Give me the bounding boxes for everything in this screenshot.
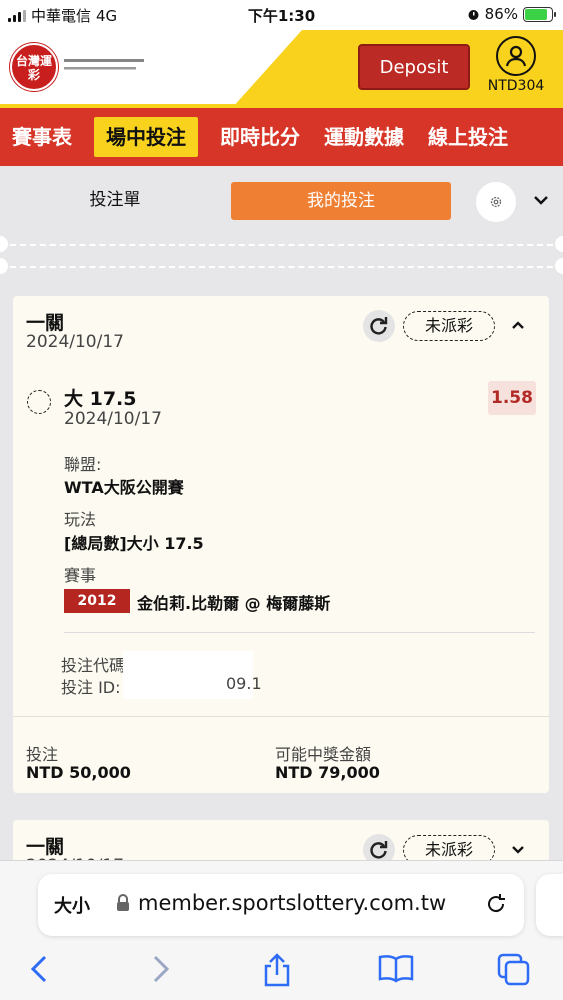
chevron-down-icon[interactable] — [530, 189, 552, 211]
odds-badge: 1.58 — [488, 381, 536, 415]
payout-value: NTD 79,000 — [275, 763, 380, 782]
nav-item[interactable]: 場中投注 — [94, 117, 198, 157]
ticket-notch — [555, 258, 563, 274]
tab-my-bets[interactable]: 我的投注 — [231, 182, 451, 220]
alarm-icon — [468, 9, 479, 20]
bet-type-title: 一關 — [26, 312, 65, 334]
reload-icon[interactable] — [484, 892, 508, 916]
nav-item[interactable]: 運動數據 — [312, 117, 416, 157]
battery-percent: 86% — [484, 5, 518, 23]
event-label: 賽事 — [64, 566, 97, 585]
ticket-notch — [0, 258, 8, 274]
nav-item[interactable]: 線上投注 — [416, 117, 520, 157]
ticket-notch — [555, 236, 563, 252]
stake-value: NTD 50,000 — [26, 763, 131, 782]
event-code: 2012 — [64, 589, 130, 613]
refresh-icon — [370, 317, 388, 335]
league-label: 聯盟: — [64, 455, 102, 474]
account-balance: NTD304 — [487, 78, 545, 94]
forward-icon[interactable] — [148, 953, 172, 985]
url-text: member.sportslottery.com.tw — [138, 891, 447, 915]
address-bar[interactable]: 大小 member.sportslottery.com.tw — [38, 874, 524, 936]
status-badge: 未派彩 — [403, 311, 495, 341]
back-icon[interactable] — [28, 953, 52, 985]
bet-id-tail: 09.1 — [226, 674, 262, 693]
chevron-up-icon[interactable] — [509, 316, 527, 334]
selection-name: 大 17.5 — [64, 388, 137, 410]
selection-date: 2024/10/17 — [64, 409, 162, 429]
site-header: 台灣運彩 Deposit NTD304 — [0, 30, 563, 108]
card-divider — [64, 632, 535, 633]
chevron-down-icon[interactable] — [509, 840, 527, 858]
battery-icon — [523, 6, 556, 22]
stake-label: 投注 — [26, 745, 59, 764]
user-icon — [496, 36, 536, 76]
text-size-button[interactable]: 大小 — [54, 892, 90, 918]
lock-icon — [117, 894, 129, 911]
share-icon[interactable] — [262, 953, 292, 987]
bet-card: 一關 2024/10/17 未派彩 大 17.5 2024/10/17 1.58… — [13, 296, 549, 793]
nav-item[interactable]: 即時比分 — [208, 117, 312, 157]
play-value: [總局數]大小 17.5 — [64, 534, 204, 553]
tabs-icon[interactable] — [497, 953, 531, 987]
refresh-icon — [370, 841, 388, 859]
bet-type-title: 一關 — [26, 836, 65, 858]
card-footer-divider — [13, 716, 549, 717]
nav-item[interactable]: 賽事表 — [0, 117, 84, 157]
refresh-button[interactable] — [363, 310, 395, 342]
dashed-divider — [0, 244, 563, 246]
play-label: 玩法 — [64, 510, 97, 529]
next-tab-preview[interactable] — [536, 874, 563, 936]
logo-badge: 台灣運彩 — [10, 43, 58, 91]
bet-date: 2024/10/17 — [26, 332, 124, 352]
selection-radio[interactable] — [27, 390, 51, 414]
settings-button[interactable] — [476, 182, 516, 222]
main-nav: 賽事表 場中投注 即時比分 運動數據 線上投注 — [0, 108, 563, 166]
gear-icon — [490, 196, 502, 208]
event-match: 金伯莉.比勒爾 @ 梅爾藤斯 — [137, 594, 331, 613]
browser-toolbar: 大小 member.sportslottery.com.tw — [0, 860, 563, 1000]
account-button[interactable]: NTD304 — [481, 36, 551, 94]
league-value: WTA大阪公開賽 — [64, 478, 184, 497]
logo-tagline — [64, 56, 144, 79]
bookmarks-icon[interactable] — [377, 953, 415, 985]
dashed-divider — [0, 266, 563, 268]
bet-id-label: 投注 ID: — [61, 678, 121, 697]
bet-code-label: 投注代碼 — [61, 656, 126, 675]
status-bar: 中華電信 4G 下午1:30 86% — [0, 0, 563, 30]
ticket-notch — [0, 236, 8, 252]
tab-bet-slip[interactable]: 投注單 — [40, 181, 190, 219]
deposit-button[interactable]: Deposit — [358, 44, 470, 90]
bet-tabs: 投注單 我的投注 — [0, 166, 563, 232]
payout-label: 可能中獎金額 — [275, 745, 372, 764]
site-logo[interactable]: 台灣運彩 — [10, 43, 144, 91]
